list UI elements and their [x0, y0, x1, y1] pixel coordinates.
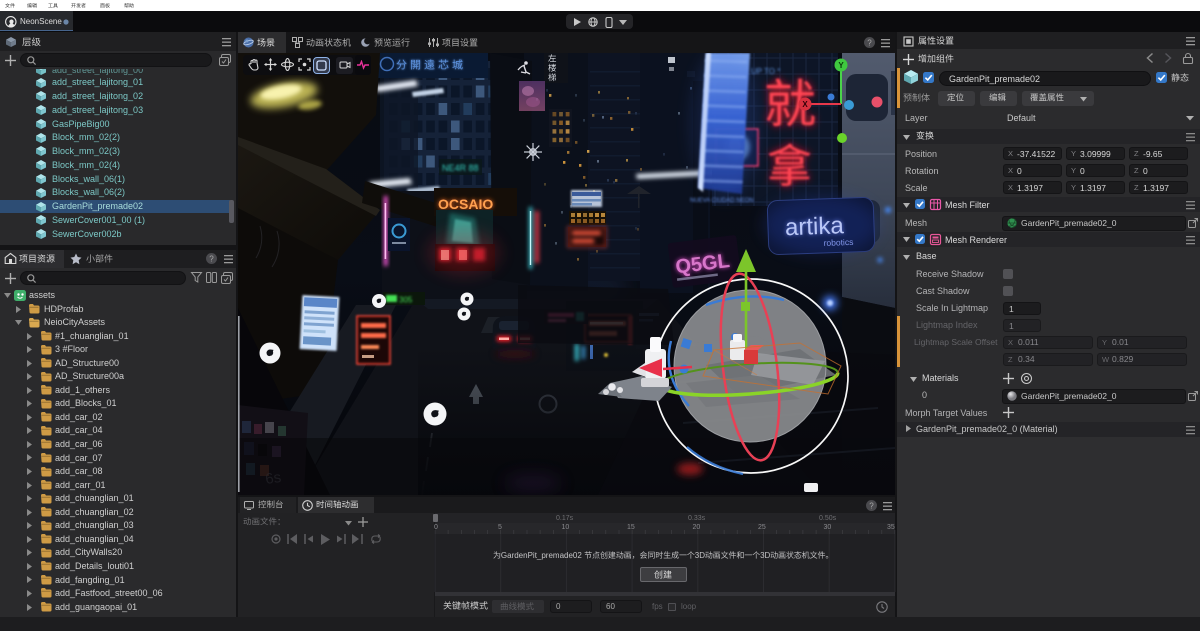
- svg-text:?: ?: [209, 255, 214, 264]
- svg-text:OCSAIO: OCSAIO: [438, 196, 493, 212]
- svg-text:?: ?: [869, 502, 874, 511]
- svg-text:UP TO *: UP TO *: [751, 67, 780, 76]
- svg-text:?: ?: [867, 39, 872, 48]
- svg-text:3D: 3D: [695, 551, 705, 560]
- svg-text:NE4R 88: NE4R 88: [442, 163, 479, 173]
- svg-text:305: 305: [399, 296, 413, 305]
- svg-text:NUEVA CIUDAD NEON: NUEVA CIUDAD NEON: [690, 198, 754, 204]
- svg-text:GardenPit_premade02: GardenPit_premade02: [501, 551, 582, 560]
- svg-text:3D: 3D: [760, 551, 770, 560]
- svg-text:Y: Y: [838, 61, 844, 70]
- svg-text:X: X: [802, 100, 808, 109]
